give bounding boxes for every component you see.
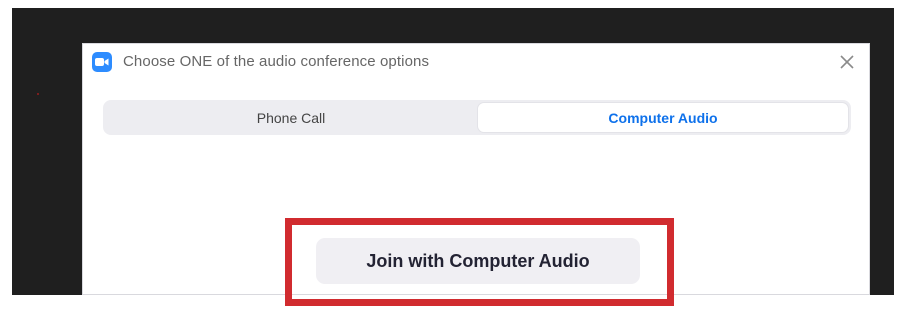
dialog-title: Choose ONE of the audio conference optio…	[123, 53, 430, 70]
zoom-camera-icon	[92, 52, 112, 72]
close-icon[interactable]	[837, 52, 857, 72]
audio-options-dialog: Choose ONE of the audio conference optio…	[82, 43, 870, 295]
tab-phone-call[interactable]: Phone Call	[105, 102, 477, 133]
audio-option-tabs: Phone Call Computer Audio	[103, 100, 851, 135]
screenshot-stage: Choose ONE of the audio conference optio…	[0, 0, 901, 311]
tab-computer-audio[interactable]: Computer Audio	[477, 102, 849, 133]
join-with-computer-audio-button[interactable]: Join with Computer Audio	[316, 238, 640, 284]
dialog-titlebar: Choose ONE of the audio conference optio…	[83, 44, 869, 80]
background-artifact	[37, 93, 39, 95]
